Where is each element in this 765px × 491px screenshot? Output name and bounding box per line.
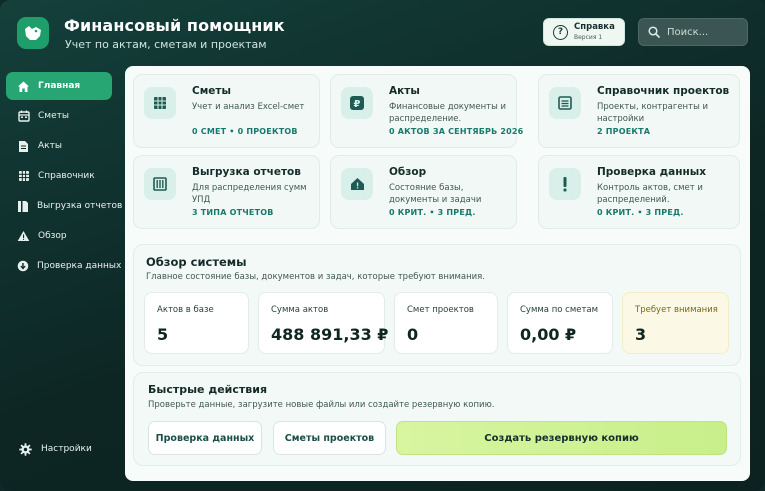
question-icon: ? xyxy=(553,24,568,40)
list-icon xyxy=(549,87,581,119)
card-description: Учет и анализ Excel-смет xyxy=(192,102,305,112)
sidebar-item-estimates[interactable]: Сметы xyxy=(6,102,112,130)
metric-label: Требует внимания xyxy=(635,305,718,315)
section-subtitle: Главное состояние базы, документов и зад… xyxy=(146,272,485,282)
app-logo-icon xyxy=(17,17,49,49)
sidebar-item-label: Выгрузка отчетов xyxy=(37,201,123,211)
help-button[interactable]: ? Справка Версия 1 xyxy=(543,18,625,46)
sidebar-item-label: Проверка данных xyxy=(37,261,122,271)
search-input[interactable] xyxy=(667,26,737,38)
exclamation-icon xyxy=(549,168,581,200)
search-icon xyxy=(648,23,660,42)
svg-text:₽: ₽ xyxy=(354,99,361,110)
card-project-directory[interactable]: Справочник проектов Проекты, контрагенты… xyxy=(538,74,740,148)
metric-value: 488 891,33 ₽ xyxy=(271,325,389,344)
help-text: Справка Версия 1 xyxy=(574,21,615,42)
metric-needs-attention: Требует внимания 3 xyxy=(622,292,729,354)
card-title: Проверка данных xyxy=(597,166,707,178)
card-overview[interactable]: Обзор Состояние базы, документы и задачи… xyxy=(330,155,517,229)
sidebar-item-overview[interactable]: Обзор xyxy=(6,222,112,250)
section-title: Быстрые действия xyxy=(148,383,268,396)
search-box[interactable] xyxy=(638,18,748,46)
metric-acts-sum: Сумма актов 488 891,33 ₽ xyxy=(258,292,389,354)
section-title: Обзор системы xyxy=(146,255,247,269)
create-backup-button[interactable]: Создать резервную копию xyxy=(396,421,727,455)
card-description: Проекты, контрагенты и настройки xyxy=(597,102,709,124)
system-overview: Обзор системы Главное состояние базы, до… xyxy=(133,244,741,366)
sidebar-item-data-check[interactable]: Проверка данных xyxy=(6,252,121,280)
sidebar-item-acts[interactable]: Акты xyxy=(6,132,112,160)
section-subtitle: Проверьте данные, загрузите новые файлы … xyxy=(148,400,495,410)
warning-icon xyxy=(17,230,30,243)
card-stat: 0 СМЕТ • 0 ПРОЕКТОВ xyxy=(192,127,298,136)
sidebar-item-label: Справочник xyxy=(38,171,95,181)
app-title: Финансовый помощник xyxy=(64,16,285,35)
metric-label: Сумма по сметам xyxy=(520,305,599,315)
calendar-icon xyxy=(17,110,30,123)
app-header: Финансовый помощник Учет по актам, смета… xyxy=(0,0,765,64)
metric-value: 3 xyxy=(635,325,647,344)
columns-icon xyxy=(144,168,176,200)
card-stat: 0 КРИТ. • 3 ПРЕД. xyxy=(389,208,476,217)
card-data-check[interactable]: Проверка данных Контроль актов, смет и р… xyxy=(538,155,740,229)
card-stat: 0 АКТОВ ЗА СЕНТЯБРЬ 2026 xyxy=(389,127,524,136)
document-icon xyxy=(17,140,30,153)
sidebar-item-home[interactable]: Главная xyxy=(6,72,112,100)
sidebar-item-label: Сметы xyxy=(38,111,69,121)
home-icon xyxy=(17,80,30,93)
metric-label: Актов в базе xyxy=(157,305,214,315)
report-icon xyxy=(17,200,29,213)
card-title: Обзор xyxy=(389,166,427,178)
metric-value: 0,00 ₽ xyxy=(520,325,577,344)
sidebar-item-label: Акты xyxy=(38,141,62,151)
card-description: Контроль актов, смет и распределений. xyxy=(597,183,703,205)
gear-icon xyxy=(19,442,32,456)
metric-label: Смет проектов xyxy=(407,305,474,315)
app-subtitle: Учет по актам, сметам и проектам xyxy=(65,38,267,51)
card-title: Акты xyxy=(389,85,420,97)
project-estimates-button[interactable]: Сметы проектов xyxy=(273,421,386,455)
metric-value: 5 xyxy=(157,325,169,344)
card-title: Выгрузка отчетов xyxy=(192,166,301,178)
card-description: Состояние базы, документы и задачи xyxy=(389,183,482,205)
quick-actions: Быстрые действия Проверьте данные, загру… xyxy=(133,372,741,466)
sidebar: Главная Сметы Акты Справочник Выгрузка о… xyxy=(0,64,122,491)
card-acts[interactable]: ₽ Акты Финансовые документы и распределе… xyxy=(330,74,523,148)
sidebar-item-reports[interactable]: Выгрузка отчетов xyxy=(6,192,122,220)
metric-acts-count: Актов в базе 5 xyxy=(144,292,249,354)
card-title: Сметы xyxy=(192,85,231,97)
card-stat: 3 ТИПА ОТЧЕТОВ xyxy=(192,208,274,217)
settings-label: Настройки xyxy=(41,444,92,454)
sidebar-item-label: Обзор xyxy=(38,231,67,241)
app-window: Финансовый помощник Учет по актам, смета… xyxy=(0,0,765,491)
card-estimates[interactable]: Сметы Учет и анализ Excel-смет 0 СМЕТ • … xyxy=(133,74,320,148)
settings-button[interactable]: Настройки xyxy=(6,437,112,461)
metric-value: 0 xyxy=(407,325,419,344)
card-stat: 0 КРИТ. • 3 ПРЕД. xyxy=(597,208,684,217)
download-icon xyxy=(17,260,29,273)
metric-estimates-count: Смет проектов 0 xyxy=(394,292,498,354)
sidebar-item-directory[interactable]: Справочник xyxy=(6,162,112,190)
grid-icon xyxy=(17,170,30,183)
card-title: Справочник проектов xyxy=(597,85,730,97)
card-description: Финансовые документы и распределение. xyxy=(389,102,507,124)
alert-icon xyxy=(341,168,373,200)
sidebar-item-label: Главная xyxy=(38,81,81,91)
main-panel: Сметы Учет и анализ Excel-смет 0 СМЕТ • … xyxy=(125,66,750,481)
ruble-icon: ₽ xyxy=(341,87,373,119)
card-description: Для распределения сумм УПД xyxy=(192,183,307,205)
table-icon xyxy=(144,87,176,119)
help-label: Справка xyxy=(574,21,615,32)
metric-estimates-sum: Сумма по сметам 0,00 ₽ xyxy=(507,292,613,354)
help-version: Версия 1 xyxy=(574,33,603,41)
card-stat: 2 ПРОЕКТА xyxy=(597,127,651,136)
data-check-button[interactable]: Проверка данных xyxy=(148,421,262,455)
card-report-export[interactable]: Выгрузка отчетов Для распределения сумм … xyxy=(133,155,320,229)
metric-label: Сумма актов xyxy=(271,305,329,315)
